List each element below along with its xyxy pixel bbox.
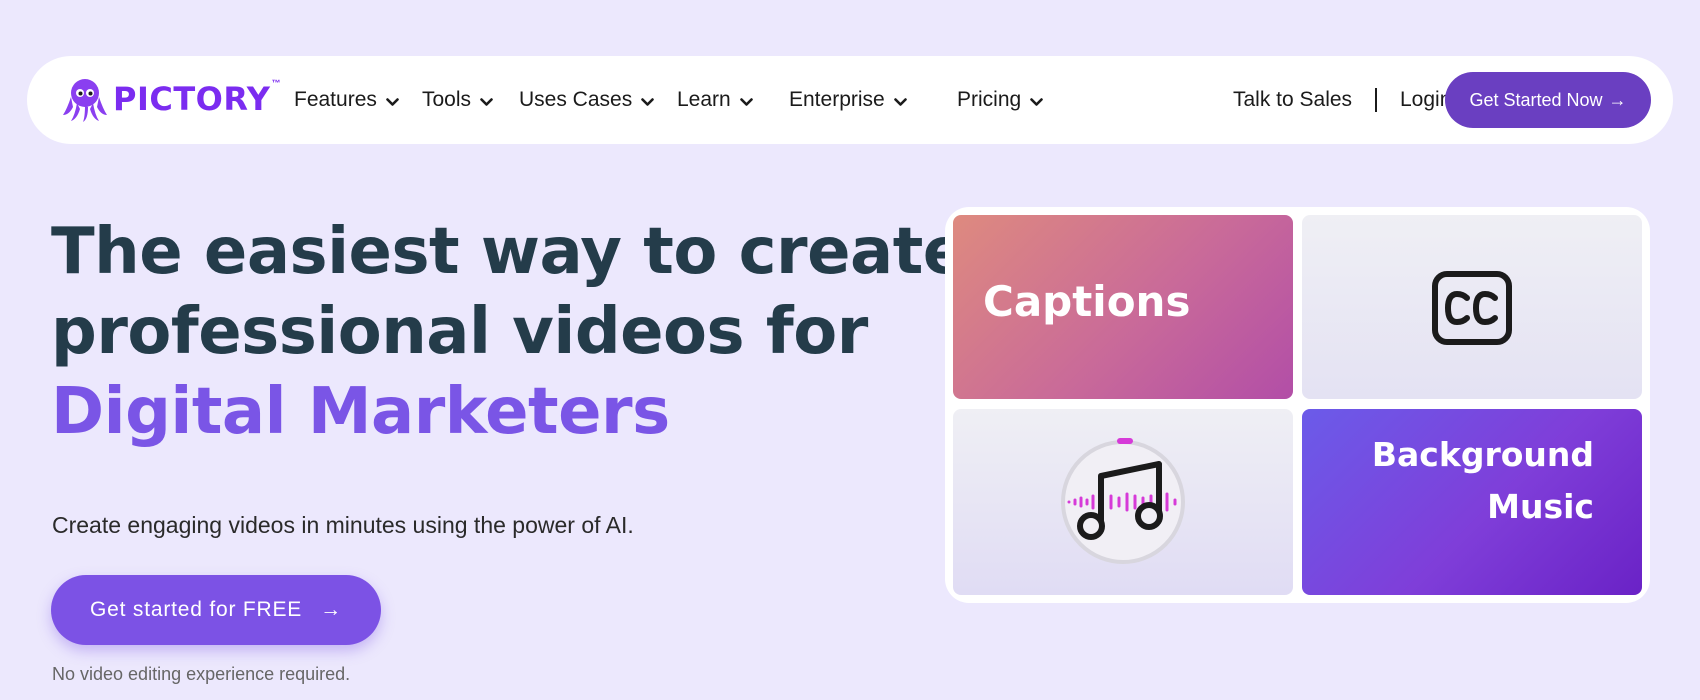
nav-item-use-cases[interactable]: Uses Cases xyxy=(519,56,655,144)
hero-subtitle: Create engaging videos in minutes using … xyxy=(52,512,634,538)
nav-item-label: Learn xyxy=(677,88,731,111)
background-music-line-1: Background xyxy=(1371,435,1594,474)
hero-note: No video editing experience required. xyxy=(52,664,351,684)
nav-item-label: Uses Cases xyxy=(519,88,633,111)
button-label: Get Started Now xyxy=(1469,89,1603,110)
nav-item-tools[interactable]: Tools xyxy=(422,56,493,144)
get-started-now-button[interactable]: Get Started Now → xyxy=(1445,72,1651,128)
brand-name: PICTORY xyxy=(113,80,271,118)
chevron-down-icon xyxy=(480,97,493,106)
music-note-icon xyxy=(1061,438,1185,564)
cc-tile xyxy=(1302,215,1642,399)
octopus-icon xyxy=(63,79,107,122)
login-link[interactable]: Login xyxy=(1400,56,1451,144)
nav-divider xyxy=(1375,88,1377,112)
arrow-right-icon: → xyxy=(320,598,342,621)
chevron-down-icon xyxy=(641,97,655,106)
captions-tile: Captions xyxy=(953,215,1293,399)
nav-item-label: Pricing xyxy=(957,88,1022,111)
button-label: Get started for FREE xyxy=(90,598,303,621)
top-navbar: PICTORY ™ Features Tools Uses Cases Lear… xyxy=(27,56,1673,144)
nav-item-label: Tools xyxy=(422,88,472,111)
nav-item-enterprise[interactable]: Enterprise xyxy=(789,56,907,144)
headline-line-2: professional videos for xyxy=(51,295,868,369)
nav-item-features[interactable]: Features xyxy=(294,56,399,144)
headline-audience: Digital Marketers xyxy=(51,375,670,449)
music-tile xyxy=(953,409,1293,595)
chevron-down-icon xyxy=(893,97,907,106)
trademark-mark: ™ xyxy=(271,78,281,88)
get-started-free-button[interactable]: Get started for FREE → xyxy=(51,575,381,645)
background-music-line-2: Music xyxy=(1487,487,1594,526)
chevron-down-icon xyxy=(386,97,399,106)
nav-item-pricing[interactable]: Pricing xyxy=(957,56,1044,144)
background-music-label: Background Music xyxy=(1372,429,1594,533)
cc-icon xyxy=(1432,271,1512,345)
nav-item-label: Features xyxy=(294,88,377,111)
hero-headline: The easiest way to create professional v… xyxy=(51,212,966,452)
feature-grid: Captions Background Music xyxy=(945,207,1650,603)
headline-line-1: The easiest way to create xyxy=(51,215,966,289)
talk-to-sales-link[interactable]: Talk to Sales xyxy=(1233,56,1352,144)
nav-item-label: Enterprise xyxy=(789,88,885,111)
brand-logo[interactable]: PICTORY ™ xyxy=(61,74,280,124)
background-music-tile: Background Music xyxy=(1302,409,1642,595)
captions-label: Captions xyxy=(983,277,1191,326)
arrow-right-icon: → xyxy=(1608,89,1627,110)
chevron-down-icon xyxy=(739,97,753,106)
chevron-down-icon xyxy=(1030,97,1044,106)
nav-item-learn[interactable]: Learn xyxy=(677,56,753,144)
